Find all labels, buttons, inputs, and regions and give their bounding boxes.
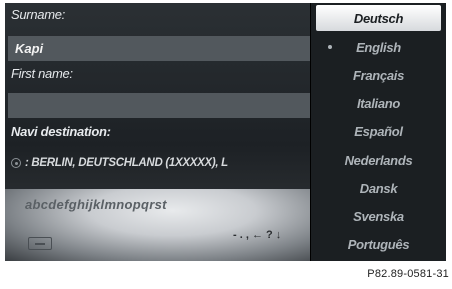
language-item[interactable]: Français	[316, 62, 441, 88]
language-item[interactable]: Português	[316, 231, 441, 257]
character-row[interactable]: abcdefghijklmnopqrst	[25, 197, 167, 212]
language-label: Español	[354, 123, 403, 139]
language-label: Italiano	[356, 95, 401, 111]
first-name-field[interactable]	[8, 93, 310, 118]
navi-destination-row[interactable]: : BERLIN, DEUTSCHLAND (1XXXXX), L	[11, 154, 228, 172]
punctuation-row[interactable]: - . , ← ? ↓	[233, 229, 281, 241]
language-item[interactable]: Dansk	[316, 175, 441, 201]
language-label: Français	[352, 67, 405, 83]
language-menu: Deutsch English Français Italiano Españo…	[310, 3, 446, 261]
backspace-key-icon[interactable]	[28, 237, 52, 250]
navi-destination-label: Navi destination:	[11, 124, 111, 139]
language-item[interactable]: English	[316, 34, 441, 60]
surname-label: Surname:	[11, 7, 65, 22]
comand-display: Surname: Kapi First name: Navi destinati…	[5, 3, 446, 261]
destination-pin-icon	[11, 158, 21, 168]
figure-reference-code: P82.89-0581-31	[367, 268, 449, 280]
surname-value: Kapi	[15, 41, 44, 56]
language-label: English	[356, 39, 401, 55]
language-item[interactable]: Svenska	[316, 203, 441, 229]
language-label: Deutsch	[353, 10, 404, 26]
surname-field[interactable]: Kapi	[8, 36, 310, 61]
navi-destination-value: : BERLIN, DEUTSCHLAND (1XXXXX), L	[25, 157, 228, 169]
language-item[interactable]: Español	[316, 118, 441, 144]
language-label: Nederlands	[344, 152, 413, 168]
language-label: Dansk	[359, 180, 398, 196]
language-item[interactable]: Deutsch	[316, 5, 441, 31]
language-label: Svenska	[353, 208, 404, 224]
language-label: Português	[347, 236, 410, 252]
character-bar[interactable]: abcdefghijklmnopqrst - . , ← ? ↓	[5, 189, 310, 261]
language-item[interactable]: Nederlands	[316, 147, 441, 173]
language-item[interactable]: Italiano	[316, 90, 441, 116]
first-name-label: First name:	[11, 66, 73, 81]
screen: Surname: Kapi First name: Navi destinati…	[0, 0, 452, 289]
bullet-icon	[328, 45, 332, 49]
